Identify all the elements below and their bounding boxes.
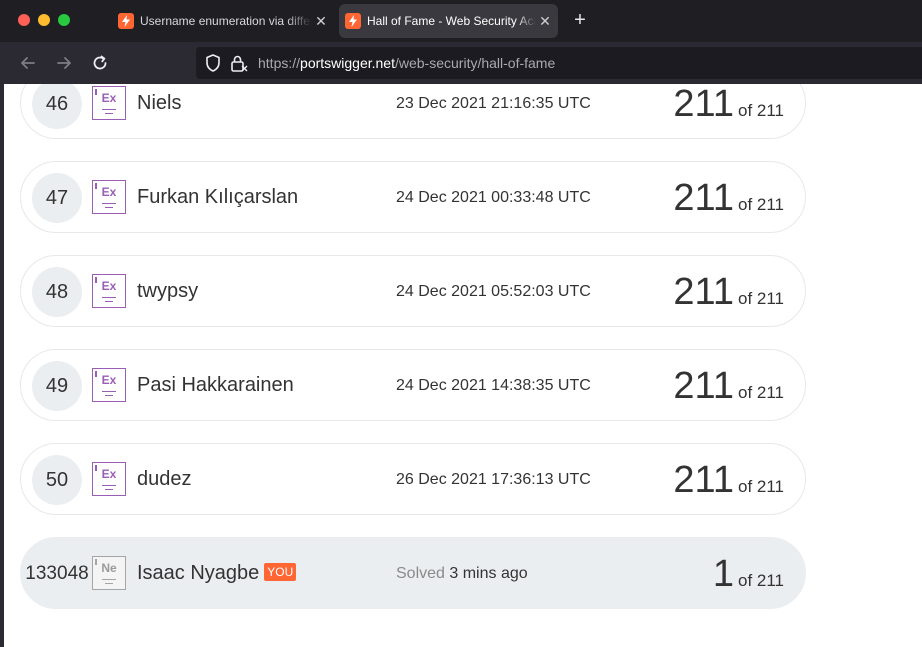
forward-arrow-icon[interactable]: [53, 52, 75, 74]
rank-number: 133048: [25, 563, 89, 584]
rank-number: 47: [32, 173, 82, 223]
novice-level-icon: Ne: [92, 556, 126, 590]
hall-of-fame-list: 46 Ex Niels 23 Dec 2021 21:16:35 UTC 211…: [0, 84, 922, 647]
window-zoom-button[interactable]: [58, 14, 70, 26]
score: 211 of 211: [673, 365, 784, 407]
completion-date: 24 Dec 2021 05:52:03 UTC: [396, 283, 591, 300]
tab-title: Hall of Fame - Web Security Academy: [367, 14, 536, 28]
user-name: Niels: [137, 92, 182, 114]
tab-title: Username enumeration via different respo…: [140, 14, 312, 28]
score: 211 of 211: [673, 459, 784, 501]
expert-level-icon: Ex: [92, 462, 126, 496]
completion-date: 23 Dec 2021 21:16:35 UTC: [396, 95, 591, 112]
back-arrow-icon[interactable]: [17, 52, 39, 74]
tracking-protection-shield-icon[interactable]: [204, 53, 222, 73]
rank-number: 49: [32, 361, 82, 411]
user-name: Furkan Kılıçarslan: [137, 186, 299, 208]
expert-level-icon: Ex: [92, 180, 126, 214]
completion-date: 24 Dec 2021 14:38:35 UTC: [396, 377, 591, 394]
tab-close-icon[interactable]: ✕: [538, 13, 552, 30]
tab-username-enumeration[interactable]: Username enumeration via different respo…: [112, 4, 334, 38]
url-path: /web-security/hall-of-fame: [394, 55, 556, 71]
lock-icon[interactable]: [229, 53, 249, 73]
rank-number: 50: [32, 455, 82, 505]
score: 211 of 211: [673, 84, 784, 125]
score: 1 of 211: [712, 553, 784, 595]
url-text[interactable]: https://portswigger.net/web-security/hal…: [258, 55, 555, 71]
leaderboard-row: 47 Ex Furkan Kılıçarslan 24 Dec 2021 00:…: [20, 161, 806, 233]
score: 211 of 211: [673, 271, 784, 313]
expert-level-icon: Ex: [92, 274, 126, 308]
window-close-button[interactable]: [18, 14, 30, 26]
user-name: dudez: [137, 468, 192, 490]
current-user-row: 133048 Ne Isaac Nyagbe YOU Solved 3 mins …: [20, 537, 806, 609]
leaderboard-row: 46 Ex Niels 23 Dec 2021 21:16:35 UTC 211…: [20, 84, 806, 139]
rank-number: 46: [32, 84, 82, 129]
tab-hall-of-fame[interactable]: Hall of Fame - Web Security Academy ✕: [339, 4, 558, 38]
score: 211 of 211: [673, 177, 784, 219]
solved-status: Solved 3 mins ago: [396, 565, 528, 583]
tab-bar: Username enumeration via different respo…: [0, 0, 922, 42]
solved-label: Solved: [396, 565, 445, 582]
new-tab-button[interactable]: +: [570, 9, 590, 31]
leaderboard-row: 48 Ex twypsy 24 Dec 2021 05:52:03 UTC 21…: [20, 255, 806, 327]
leaderboard-row: 49 Ex Pasi Hakkarainen 24 Dec 2021 14:38…: [20, 349, 806, 421]
leaderboard-row: 50 Ex dudez 26 Dec 2021 17:36:13 UTC 211…: [20, 443, 806, 515]
rank-number: 48: [32, 267, 82, 317]
you-badge: YOU: [264, 563, 297, 581]
window-edge: [0, 84, 4, 647]
tab-close-icon[interactable]: ✕: [314, 13, 328, 30]
portswigger-favicon-icon: [118, 13, 134, 29]
reload-icon[interactable]: [89, 52, 111, 74]
completion-date: 24 Dec 2021 00:33:48 UTC: [396, 189, 591, 206]
solved-time: 3 mins ago: [449, 565, 528, 582]
completion-date: 26 Dec 2021 17:36:13 UTC: [396, 471, 591, 488]
url-protocol: https://: [258, 55, 301, 71]
expert-level-icon: Ex: [92, 86, 126, 120]
user-name-text: Isaac Nyagbe: [137, 562, 260, 584]
user-name: twypsy: [137, 280, 199, 302]
user-name: Pasi Hakkarainen: [137, 374, 294, 396]
url-host: portswigger.net: [300, 55, 395, 71]
window-minimize-button[interactable]: [38, 14, 50, 26]
expert-level-icon: Ex: [92, 368, 126, 402]
user-name: Isaac Nyagbe YOU: [137, 562, 297, 585]
portswigger-favicon-icon: [345, 13, 361, 29]
